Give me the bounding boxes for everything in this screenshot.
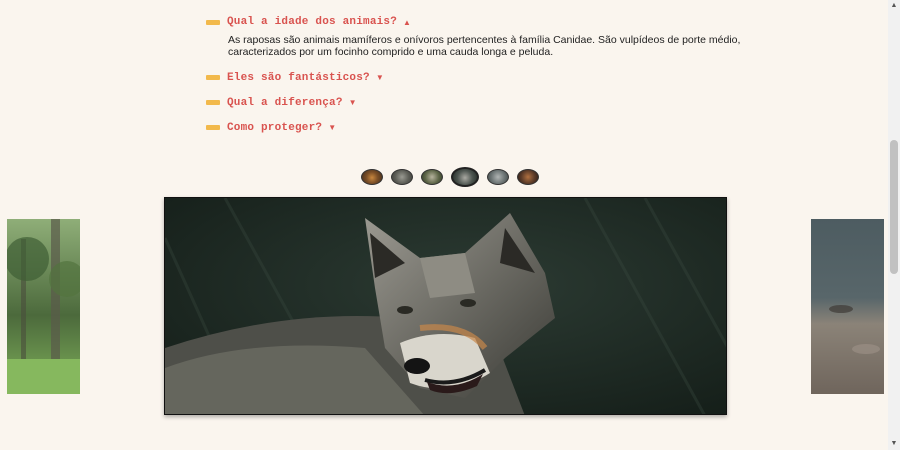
- faq-item-age: Qual a idade dos animais? ▲ As raposas s…: [206, 10, 766, 65]
- faq-answer-age: As raposas são animais mamíferos e onívo…: [228, 34, 741, 58]
- bar-icon: [206, 125, 220, 130]
- faq-question-age[interactable]: Qual a idade dos animais? ▲: [206, 10, 766, 34]
- carousel-thumbnails: [0, 167, 900, 187]
- faq-question-fantastic[interactable]: Eles são fantásticos? ▼: [206, 65, 766, 90]
- rocks-image: [811, 219, 884, 394]
- faq-question-label: Eles são fantásticos?: [227, 71, 370, 84]
- faq-item-difference: Qual a diferença? ▼: [206, 90, 766, 115]
- scroll-down-icon[interactable]: ▼: [888, 438, 900, 450]
- thumbnail-wolf-grey[interactable]: [391, 169, 413, 185]
- carousel-slide-current[interactable]: [164, 197, 727, 415]
- thumbnail-wolf[interactable]: [451, 167, 479, 187]
- thumbnail-fox-dark[interactable]: [517, 169, 539, 185]
- bar-icon: [206, 75, 220, 80]
- faq-list: Qual a idade dos animais? ▲ As raposas s…: [206, 10, 766, 140]
- faq-question-difference[interactable]: Qual a diferença? ▼: [206, 90, 766, 115]
- thumbnail-wolf-forest[interactable]: [421, 169, 443, 185]
- forest-image: [7, 219, 80, 394]
- thumbnail-wolf-rocks[interactable]: [487, 169, 509, 185]
- thumbnail-fox[interactable]: [361, 169, 383, 185]
- faq-question-label: Como proteger?: [227, 121, 323, 134]
- caret-down-icon: ▼: [375, 73, 384, 82]
- scrollbar-thumb[interactable]: [890, 140, 898, 274]
- faq-question-label: Qual a diferença?: [227, 96, 343, 109]
- faq-item-protect: Como proteger? ▼: [206, 115, 766, 140]
- caret-up-icon: ▲: [403, 17, 411, 27]
- bar-icon: [206, 100, 220, 105]
- faq-question-label: Qual a idade dos animais?: [227, 16, 398, 28]
- faq-item-fantastic: Eles são fantásticos? ▼: [206, 65, 766, 90]
- carousel-slide-previous[interactable]: [7, 219, 80, 394]
- vertical-scrollbar[interactable]: ▲ ▼: [888, 0, 900, 450]
- faq-question-protect[interactable]: Como proteger? ▼: [206, 115, 766, 140]
- scroll-up-icon[interactable]: ▲: [888, 0, 900, 12]
- caret-down-icon: ▼: [348, 98, 357, 107]
- carousel-slide-next[interactable]: [811, 219, 884, 394]
- caret-down-icon: ▼: [328, 123, 337, 132]
- bar-icon: [206, 19, 220, 25]
- wolf-image: [165, 198, 726, 414]
